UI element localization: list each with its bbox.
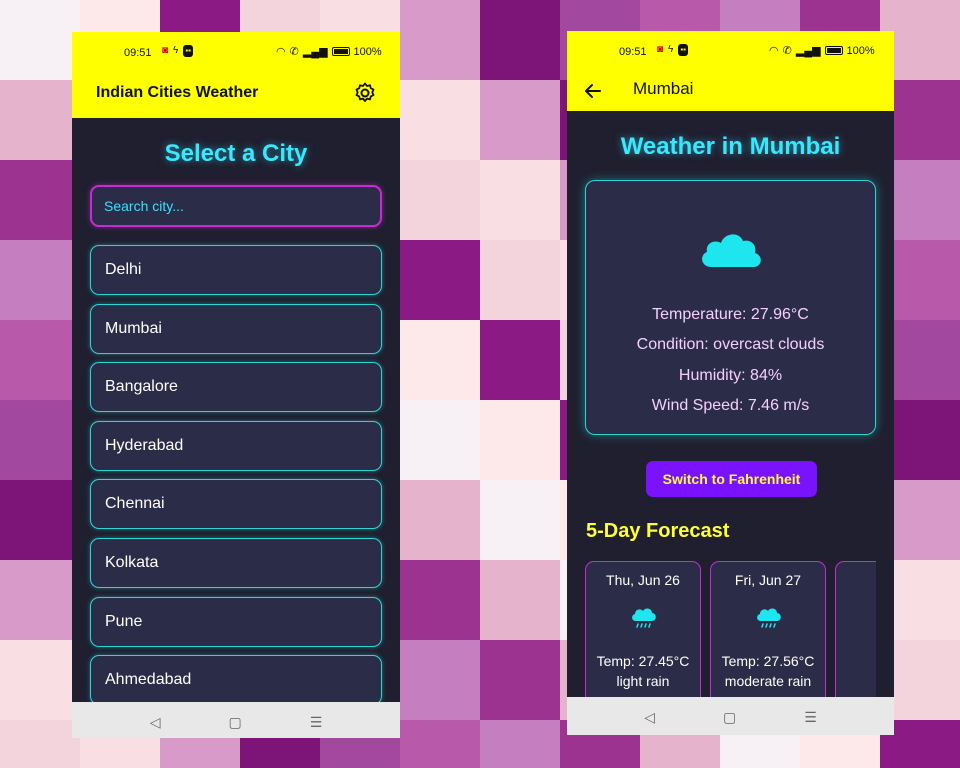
switch-unit-button[interactable]: Switch to Fahrenheit (646, 461, 817, 497)
status-bar: 09:51 ◙ ϟ ▪▪ ◠ ✆ ▂▄▆ 100% (72, 32, 400, 72)
city-item[interactable]: Ahmedabad (90, 655, 382, 706)
nav-recents-button[interactable]: ☰ (310, 714, 323, 731)
forecast-card: Sat Temp lig (835, 561, 876, 711)
app-title: Mumbai (633, 79, 694, 98)
flash-icon: ϟ (668, 44, 674, 55)
arrow-left-icon[interactable] (583, 81, 603, 101)
status-bar: 09:51 ◙ ϟ ▪▪ ◠ ✆ ▂▄▆ 100% (567, 31, 894, 71)
city-item[interactable]: Hyderabad (90, 420, 382, 471)
city-item[interactable]: Delhi (90, 245, 382, 295)
city-item[interactable]: Kolkata (90, 538, 382, 588)
forecast-card: Thu, Jun 26 Temp: 27.45°C light rain (585, 561, 701, 711)
nav-back-button[interactable]: ◁ (150, 714, 161, 731)
call-icon: ✆ (782, 45, 792, 57)
system-nav-bar: ◁ ▢ ☰ (72, 702, 400, 738)
forecast-desc: light rain (616, 673, 670, 689)
page-title: Select a City (164, 140, 308, 167)
city-list-screen: 09:51 ◙ ϟ ▪▪ ◠ ✆ ▂▄▆ 100% Indian Cities … (72, 32, 400, 738)
app-bar: Mumbai (567, 71, 894, 111)
forecast-desc: lig (836, 673, 876, 689)
forecast-strip[interactable]: Thu, Jun 26 Temp: 27.45°C light rain Fri, J… (585, 561, 876, 711)
city-list-content: Select a City Search city... Delhi Mumbai… (72, 118, 400, 706)
city-item[interactable]: Mumbai (90, 303, 382, 354)
forecast-day: Sat (836, 572, 876, 588)
nav-home-button[interactable]: ▢ (723, 709, 736, 726)
notification-icon: ▪▪ (183, 45, 194, 57)
page-title: Weather in Mumbai (620, 133, 841, 160)
battery-level: 100% (353, 45, 382, 58)
cloud-icon (702, 234, 761, 267)
battery-level: 100% (846, 44, 875, 57)
notification-icon: ▪▪ (678, 44, 689, 56)
wifi-icon: ◠ (769, 45, 779, 57)
city-item[interactable]: Bangalore (90, 362, 382, 413)
record-icon: ◙ (162, 45, 169, 56)
system-nav-bar: ◁ ▢ ☰ (567, 697, 894, 735)
current-weather-card: Temperature: 27.96°C Condition: overcast… (585, 180, 876, 435)
forecast-heading: 5-Day Forecast (586, 520, 730, 542)
app-title: Indian Cities Weather (96, 84, 259, 101)
city-item[interactable]: Chennai (90, 479, 382, 530)
nav-recents-button[interactable]: ☰ (804, 709, 817, 726)
gear-icon[interactable] (353, 81, 377, 105)
humidity-text: Humidity: 84% (678, 367, 783, 384)
forecast-desc: moderate rain (724, 673, 812, 689)
battery-icon (824, 46, 843, 55)
rain-cloud-icon (755, 607, 783, 631)
battery-icon (331, 47, 350, 56)
forecast-day: Thu, Jun 26 (606, 572, 680, 588)
status-time: 09:51 (124, 47, 152, 59)
weather-content: Weather in Mumbai Temperature: 27.96°C C… (567, 111, 894, 711)
status-time: 09:51 (619, 46, 647, 58)
search-input[interactable]: Search city... (90, 185, 382, 227)
nav-home-button[interactable]: ▢ (228, 714, 241, 731)
nav-back-button[interactable]: ◁ (644, 709, 655, 726)
signal-icon: ▂▄▆ (795, 45, 821, 57)
signal-icon: ▂▄▆ (302, 46, 328, 58)
app-bar: Indian Cities Weather (72, 72, 400, 118)
call-icon: ✆ (289, 46, 299, 58)
flash-icon: ϟ (173, 45, 179, 56)
forecast-temp: Temp: 27.56°C (721, 653, 815, 669)
wifi-icon: ◠ (276, 46, 286, 58)
forecast-temp: Temp (836, 653, 877, 669)
forecast-card: Fri, Jun 27 Temp: 27.56°C moderate rain (710, 561, 826, 711)
temperature-text: Temperature: 27.96°C (652, 306, 809, 323)
condition-text: Condition: overcast clouds (636, 336, 825, 353)
forecast-day: Fri, Jun 27 (734, 572, 802, 588)
wind-speed-text: Wind Speed: 7.46 m/s (651, 397, 810, 414)
record-icon: ◙ (657, 44, 664, 55)
weather-detail-screen: 09:51 ◙ ϟ ▪▪ ◠ ✆ ▂▄▆ 100% Mumbai Weather… (567, 31, 894, 735)
city-item[interactable]: Pune (90, 596, 382, 647)
forecast-temp: Temp: 27.45°C (596, 653, 690, 669)
rain-cloud-icon (630, 607, 658, 631)
